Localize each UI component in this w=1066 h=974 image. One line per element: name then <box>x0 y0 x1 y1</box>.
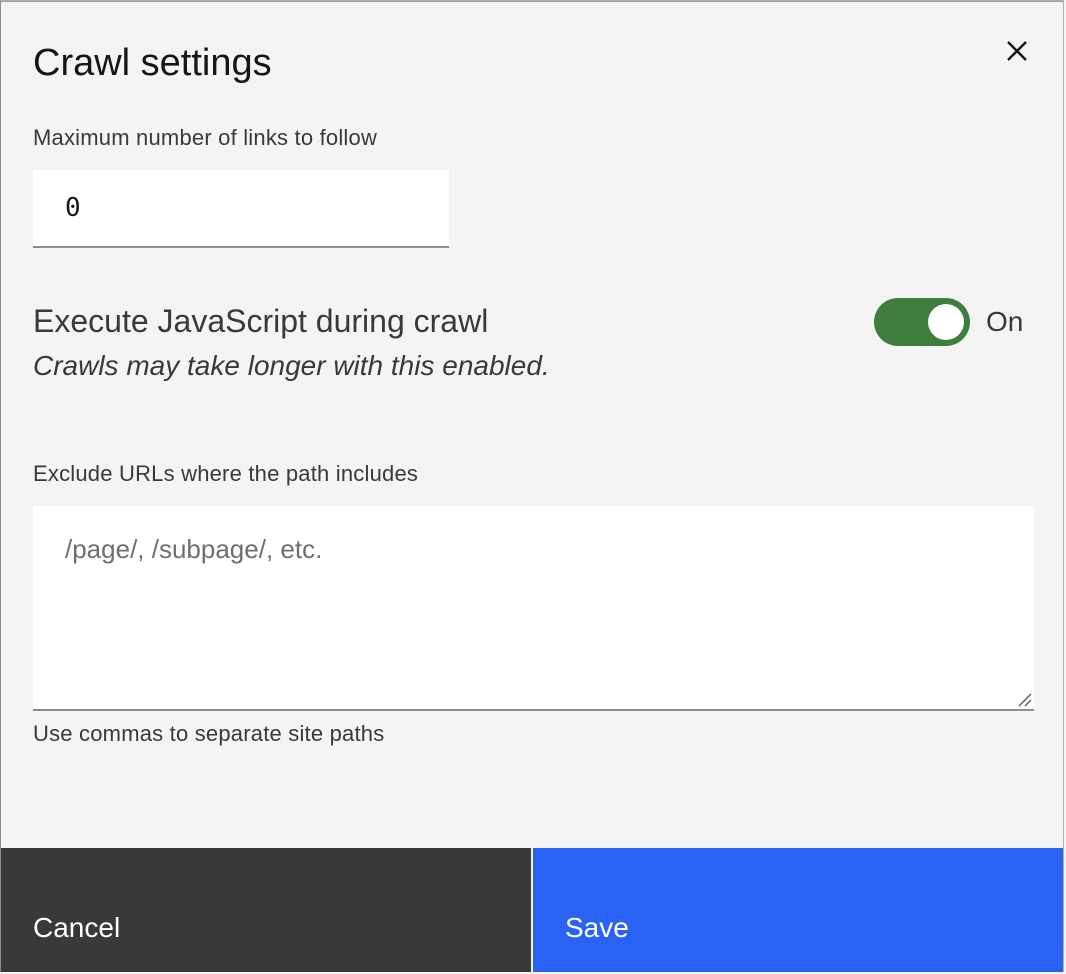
cancel-button[interactable]: Cancel <box>1 848 531 972</box>
toggle-state-label: On <box>986 306 1024 337</box>
top-divider <box>1 1 1063 2</box>
toggle-knob <box>928 304 964 340</box>
javascript-toggle-title: Execute JavaScript during crawl <box>33 303 489 339</box>
max-links-input[interactable] <box>33 170 449 248</box>
close-icon <box>1005 39 1029 68</box>
exclude-urls-field <box>33 506 1034 711</box>
javascript-toggle[interactable] <box>874 298 970 346</box>
save-button[interactable]: Save <box>533 848 1063 972</box>
crawl-settings-modal: Crawl settings Maximum number of links t… <box>0 0 1064 972</box>
javascript-toggle-description: Crawls may take longer with this enabled… <box>33 350 550 381</box>
close-button[interactable] <box>993 29 1041 77</box>
exclude-urls-label: Exclude URLs where the path includes <box>33 461 419 486</box>
exclude-urls-textarea[interactable] <box>33 506 1034 709</box>
modal-footer: Cancel Save <box>1 848 1063 972</box>
max-links-label: Maximum number of links to follow <box>33 125 378 150</box>
modal-title: Crawl settings <box>33 42 272 84</box>
resize-handle-icon[interactable] <box>1016 691 1032 707</box>
exclude-urls-helper-text: Use commas to separate site paths <box>33 721 385 746</box>
